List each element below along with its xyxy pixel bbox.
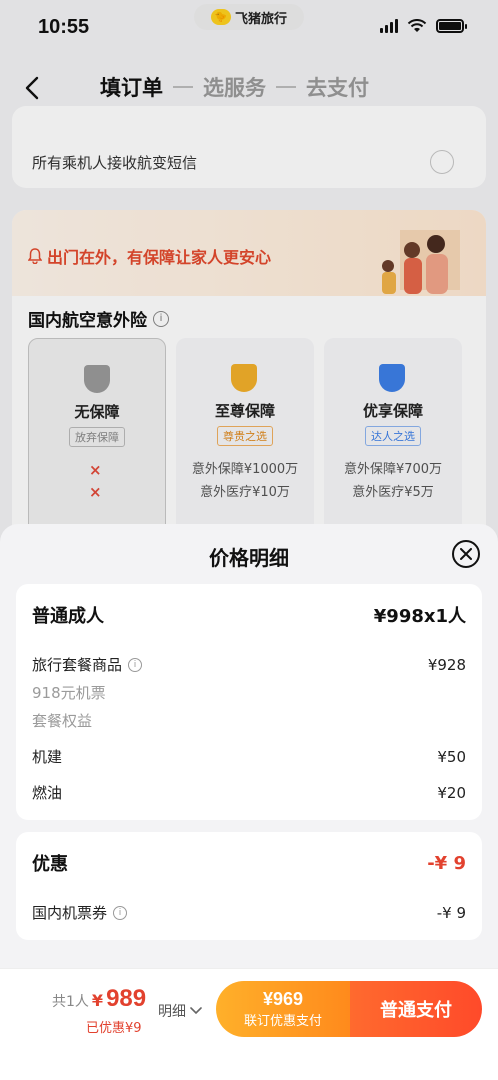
sheet-title: 价格明细 [209, 546, 289, 570]
info-icon[interactable]: i [113, 905, 128, 920]
adult-price-card: 普通成人 ¥998x1人 旅行套餐商品 i ¥928 918元机票 套餐权益 机… [16, 584, 482, 820]
close-button[interactable] [452, 540, 480, 568]
pay-buttons: ¥969 联订优惠支付 普通支付 [216, 981, 482, 1037]
currency-symbol: ¥ [91, 991, 104, 1010]
passenger-count: 共1人 [52, 994, 89, 1010]
airport-fee-row: 机建 ¥50 [32, 746, 466, 767]
close-icon [460, 548, 472, 560]
total-price: 共1人 ¥ 989 [52, 985, 146, 1013]
discount-value: -¥ 9 [427, 852, 466, 874]
combo-pay-button[interactable]: ¥969 联订优惠支付 [216, 981, 350, 1037]
chevron-down-icon [190, 1007, 202, 1015]
coupon-label: 国内机票券 [32, 904, 108, 922]
checkout-footer: 共1人 ¥ 989 已优惠¥9 明细 ¥969 联订优惠支付 普通支付 [0, 968, 498, 1080]
benefit-sub-label: 套餐权益 [32, 712, 93, 730]
package-label: 旅行套餐商品 [32, 656, 123, 674]
adult-label: 普通成人 [32, 606, 104, 627]
fuel-fee-label: 燃油 [32, 784, 63, 802]
coupon-label-wrap: 国内机票券 i [32, 902, 128, 923]
package-label-wrap: 旅行套餐商品 i [32, 654, 143, 675]
adult-value: ¥998x1人 [373, 606, 466, 627]
normal-pay-button[interactable]: 普通支付 [350, 981, 482, 1037]
ticket-sub-label: 918元机票 [32, 684, 106, 702]
info-icon[interactable]: i [128, 657, 143, 672]
combo-label: 联订优惠支付 [243, 1014, 322, 1029]
package-row: 旅行套餐商品 i ¥928 [32, 654, 466, 675]
fuel-fee-row: 燃油 ¥20 [32, 782, 466, 803]
total-amount: 989 [106, 985, 147, 1012]
discount-label: 优惠 [32, 854, 68, 875]
coupon-row: 国内机票券 i -¥ 9 [32, 902, 466, 923]
detail-toggle[interactable]: 明细 [158, 1001, 202, 1021]
detail-label: 明细 [158, 1004, 186, 1020]
airport-fee-label: 机建 [32, 748, 63, 766]
saved-amount: 已优惠¥9 [86, 1021, 142, 1036]
discount-card: 优惠 -¥ 9 国内机票券 i -¥ 9 [16, 832, 482, 940]
discount-header-row: 优惠 -¥ 9 [32, 850, 466, 876]
coupon-value: -¥ 9 [436, 903, 466, 922]
adult-header-row: 普通成人 ¥998x1人 [32, 602, 466, 628]
combo-price: ¥969 [262, 989, 304, 1009]
package-value: ¥928 [427, 655, 466, 674]
fuel-fee-value: ¥20 [437, 783, 466, 802]
airport-fee-value: ¥50 [437, 747, 466, 766]
